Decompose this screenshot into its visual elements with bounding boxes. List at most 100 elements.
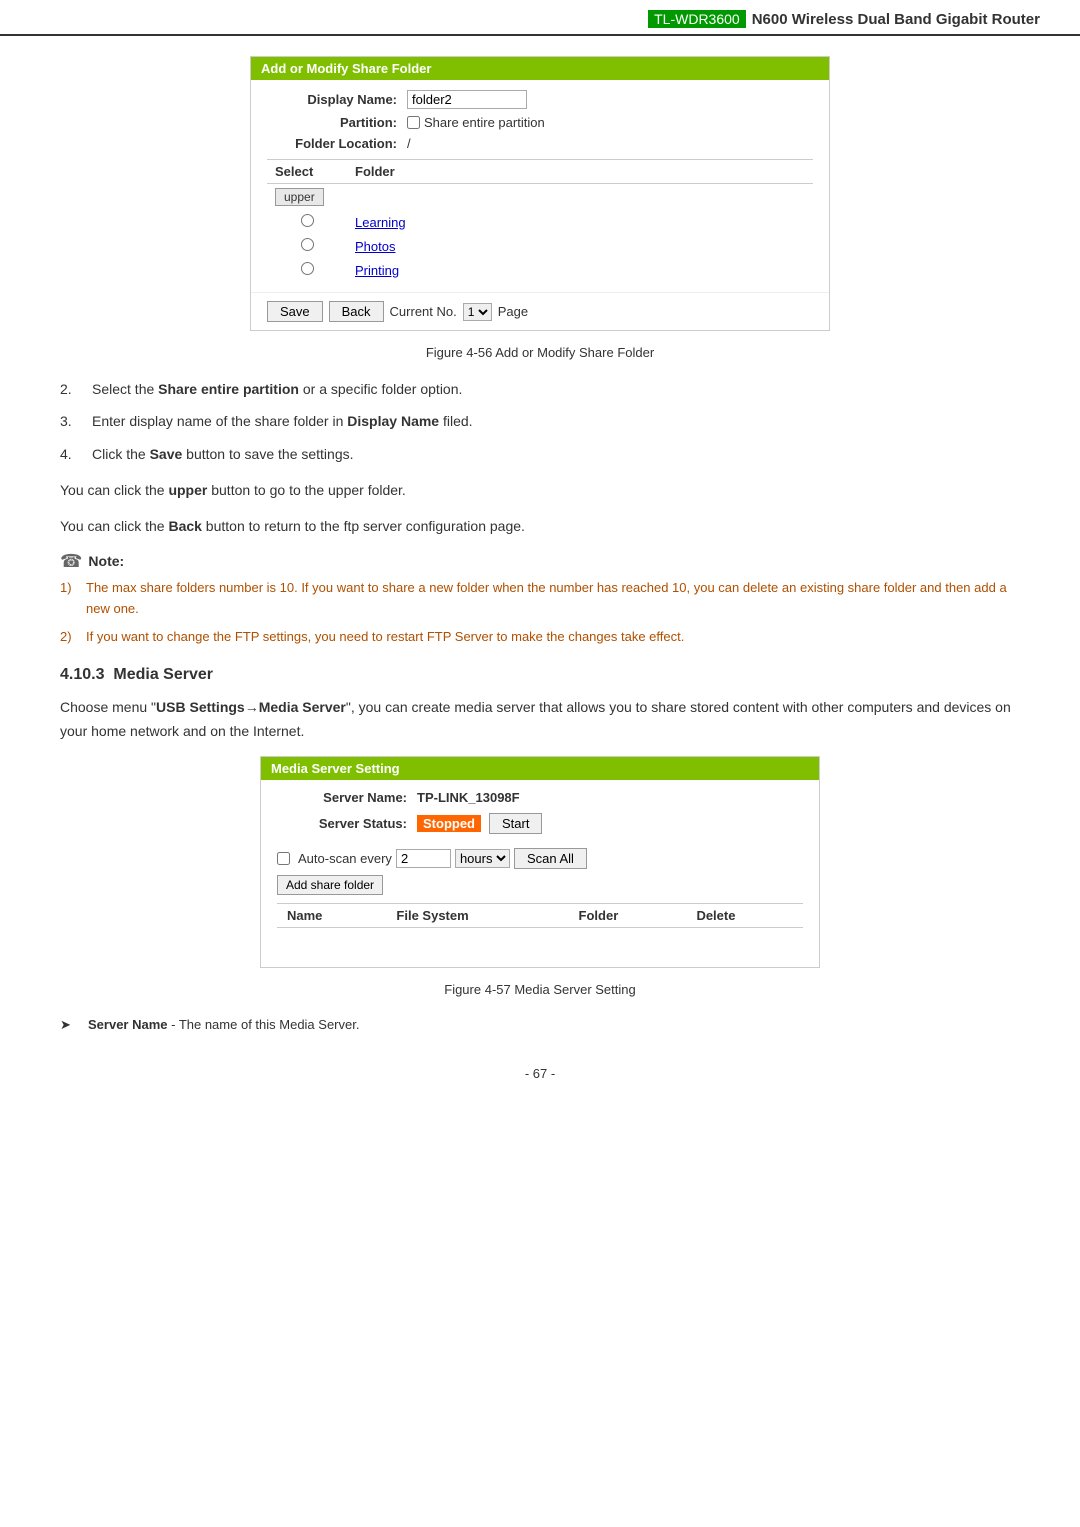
col-filesystem: File System — [386, 903, 568, 927]
step-2-num: 2. — [60, 378, 92, 400]
col-folder: Folder — [347, 160, 813, 184]
display-name-row: Display Name: — [267, 90, 813, 109]
note-2-text: If you want to change the FTP settings, … — [86, 627, 1020, 648]
step-4-text: Click the Save button to save the settin… — [92, 443, 1020, 465]
server-name-desc: ➤ Server Name - The name of this Media S… — [60, 1015, 1020, 1036]
note-icon: ☎ — [60, 551, 82, 572]
table-row: Learning — [267, 210, 813, 234]
col-name: Name — [277, 903, 386, 927]
panel2-body: Server Name: TP-LINK_13098F Server Statu… — [261, 780, 819, 968]
page-title: N600 Wireless Dual Band Gigabit Router — [752, 11, 1040, 28]
panel1-body: Display Name: Partition: Share entire pa… — [251, 80, 829, 292]
autoscan-unit-select[interactable]: hours — [455, 849, 510, 868]
display-name-label: Display Name: — [267, 92, 397, 107]
server-name-desc-text: Server Name - The name of this Media Ser… — [88, 1015, 1020, 1036]
para-back: You can click the Back button to return … — [60, 515, 1020, 539]
share-entire-partition-checkbox[interactable] — [407, 116, 420, 129]
scan-all-button[interactable]: Scan All — [514, 848, 587, 869]
main-content: Add or Modify Share Folder Display Name:… — [0, 56, 1080, 1121]
list-item: 4. Click the Save button to save the set… — [60, 443, 1020, 465]
table-row — [277, 927, 803, 957]
server-name-row: Server Name: TP-LINK_13098F — [277, 790, 803, 805]
list-item: 2) If you want to change the FTP setting… — [60, 627, 1020, 648]
step-3-text: Enter display name of the share folder i… — [92, 410, 1020, 432]
server-status-badge: Stopped — [417, 815, 481, 832]
step-3-bold: Display Name — [347, 413, 439, 429]
model-badge: TL-WDR3600 — [648, 10, 746, 28]
note-2-num: 2) — [60, 627, 86, 648]
arrow-icon: ➤ — [60, 1015, 88, 1036]
media-table: Name File System Folder Delete — [277, 903, 803, 958]
panel2-title: Media Server Setting — [261, 757, 819, 780]
intro-para: Choose menu "USB Settings→Media Server",… — [60, 696, 1020, 744]
page-header: TL-WDR3600 N600 Wireless Dual Band Gigab… — [0, 0, 1080, 36]
page-number: - 67 - — [60, 1066, 1020, 1081]
usb-menu-bold: USB Settings→Media Server — [156, 699, 346, 715]
list-item: 1) The max share folders number is 10. I… — [60, 578, 1020, 620]
panel1-footer: Save Back Current No. 1 Page — [251, 292, 829, 330]
folder-link-3[interactable]: Printing — [355, 263, 399, 278]
table-row: Photos — [267, 234, 813, 258]
page-label: Page — [498, 304, 528, 319]
note-section: ☎ Note: 1) The max share folders number … — [60, 551, 1020, 648]
step-3-num: 3. — [60, 410, 92, 432]
save-button[interactable]: Save — [267, 301, 323, 322]
section-heading: 4.10.3 Media Server — [60, 666, 1020, 684]
add-modify-share-folder-panel: Add or Modify Share Folder Display Name:… — [250, 56, 830, 331]
server-name-label: Server Name: — [277, 790, 407, 805]
note-label: Note: — [88, 553, 124, 569]
section-number: 4.10.3 — [60, 666, 104, 683]
partition-row: Partition: Share entire partition — [267, 115, 813, 130]
list-item: 2. Select the Share entire partition or … — [60, 378, 1020, 400]
page-select[interactable]: 1 — [463, 303, 492, 321]
step-2-text: Select the Share entire partition or a s… — [92, 378, 1020, 400]
display-name-input[interactable] — [407, 90, 527, 109]
note-1-text: The max share folders number is 10. If y… — [86, 578, 1020, 620]
list-item: 3. Enter display name of the share folde… — [60, 410, 1020, 432]
folder-radio-1[interactable] — [301, 214, 314, 227]
note-header: ☎ Note: — [60, 551, 1020, 572]
panel1-title: Add or Modify Share Folder — [251, 57, 829, 80]
add-share-folder-button[interactable]: Add share folder — [277, 875, 383, 895]
col-folder: Folder — [569, 903, 687, 927]
section-title: Media Server — [113, 666, 213, 683]
autoscan-value-input[interactable] — [396, 849, 451, 868]
folder-link-2[interactable]: Photos — [355, 239, 395, 254]
partition-label: Partition: — [267, 115, 397, 130]
step-2-bold: Share entire partition — [158, 381, 299, 397]
back-button[interactable]: Back — [329, 301, 384, 322]
back-bold: Back — [168, 518, 201, 534]
folder-table: Select Folder upper Learning — [267, 159, 813, 282]
note-list: 1) The max share folders number is 10. I… — [60, 578, 1020, 648]
steps-list: 2. Select the Share entire partition or … — [60, 378, 1020, 465]
server-status-label: Server Status: — [277, 816, 407, 831]
folder-location-label: Folder Location: — [267, 136, 397, 151]
media-server-panel: Media Server Setting Server Name: TP-LIN… — [260, 756, 820, 969]
autoscan-label: Auto-scan every — [298, 851, 392, 866]
partition-checkbox-label: Share entire partition — [424, 115, 545, 130]
autoscan-checkbox[interactable] — [277, 852, 290, 865]
folder-radio-2[interactable] — [301, 238, 314, 251]
note-1-num: 1) — [60, 578, 86, 620]
table-row: Printing — [267, 258, 813, 282]
add-share-row: Add share folder — [277, 875, 803, 895]
figure1-caption: Figure 4-56 Add or Modify Share Folder — [60, 345, 1020, 360]
server-name-bold: Server Name — [88, 1017, 168, 1032]
folder-location-row: Folder Location: / — [267, 136, 813, 151]
folder-radio-3[interactable] — [301, 262, 314, 275]
figure2-caption: Figure 4-57 Media Server Setting — [60, 982, 1020, 997]
upper-button[interactable]: upper — [275, 188, 324, 206]
para-upper: You can click the upper button to go to … — [60, 479, 1020, 503]
upper-row: upper — [267, 184, 813, 211]
step-4-bold: Save — [150, 446, 183, 462]
server-status-row: Server Status: Stopped Start — [277, 813, 803, 834]
col-delete: Delete — [686, 903, 803, 927]
current-no-label: Current No. — [390, 304, 457, 319]
server-name-value: TP-LINK_13098F — [417, 790, 520, 805]
folder-link-1[interactable]: Learning — [355, 215, 406, 230]
start-button[interactable]: Start — [489, 813, 542, 834]
autoscan-row: Auto-scan every hours Scan All — [277, 848, 803, 869]
folder-location-value: / — [407, 136, 411, 151]
col-select: Select — [267, 160, 347, 184]
upper-bold: upper — [168, 482, 207, 498]
